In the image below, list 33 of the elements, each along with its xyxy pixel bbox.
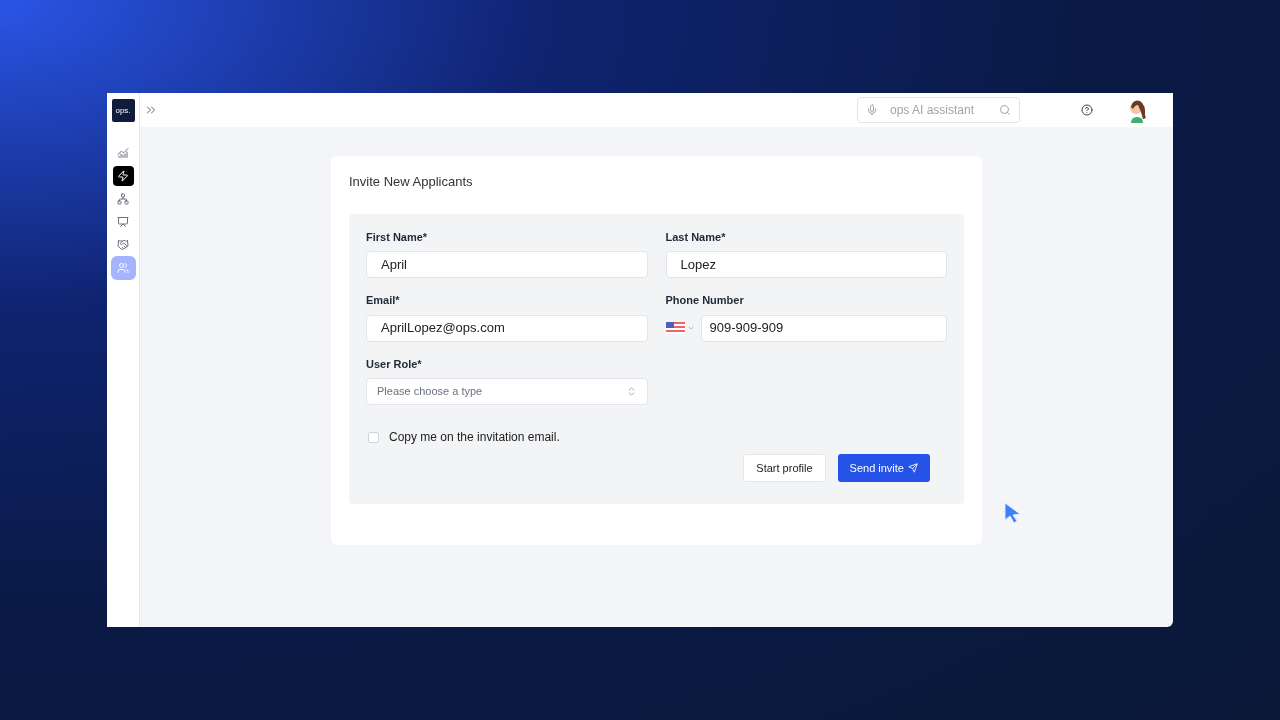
users-icon	[117, 262, 129, 274]
send-invite-button[interactable]: Send invite	[837, 454, 930, 482]
help-icon[interactable]	[1081, 104, 1093, 116]
chevron-down-icon	[686, 324, 695, 332]
search-icon	[999, 104, 1011, 116]
role-select[interactable]: Please choose a type	[366, 378, 648, 405]
text-field[interactable]: Lopez	[665, 251, 947, 278]
microphone-icon	[866, 104, 878, 116]
presenter-icon	[117, 216, 129, 228]
country-picker[interactable]	[665, 322, 695, 334]
chart-icon	[117, 147, 129, 159]
logo[interactable]: ops.	[111, 99, 135, 122]
send-icon	[908, 463, 918, 473]
field-label: First Name*	[366, 229, 429, 245]
checkbox[interactable]	[368, 431, 379, 443]
text-field[interactable]: AprilLopez@ops.com	[366, 314, 648, 342]
handshake-icon	[117, 239, 129, 251]
hierarchy-icon	[117, 193, 129, 205]
flag-icon	[665, 322, 685, 334]
nav-item[interactable]	[112, 166, 134, 186]
expand-button[interactable]	[144, 103, 158, 117]
phone-field[interactable]: 909-909-909	[700, 314, 947, 342]
card-title: Invite New Applicants	[349, 173, 474, 191]
text-field[interactable]: April	[366, 251, 648, 278]
field-label: User Role*	[366, 356, 423, 372]
field-label: Last Name*	[665, 229, 727, 245]
mouse-cursor-icon	[1004, 502, 1022, 524]
field-label: Phone Number	[665, 293, 745, 308]
field-label: Email*	[366, 293, 401, 308]
chevrons-right-icon	[144, 103, 158, 117]
start-profile-button[interactable]: Start profile	[743, 454, 826, 482]
checkbox-label: Copy me on the invitation email.	[389, 429, 560, 446]
bolt-icon	[117, 170, 129, 182]
